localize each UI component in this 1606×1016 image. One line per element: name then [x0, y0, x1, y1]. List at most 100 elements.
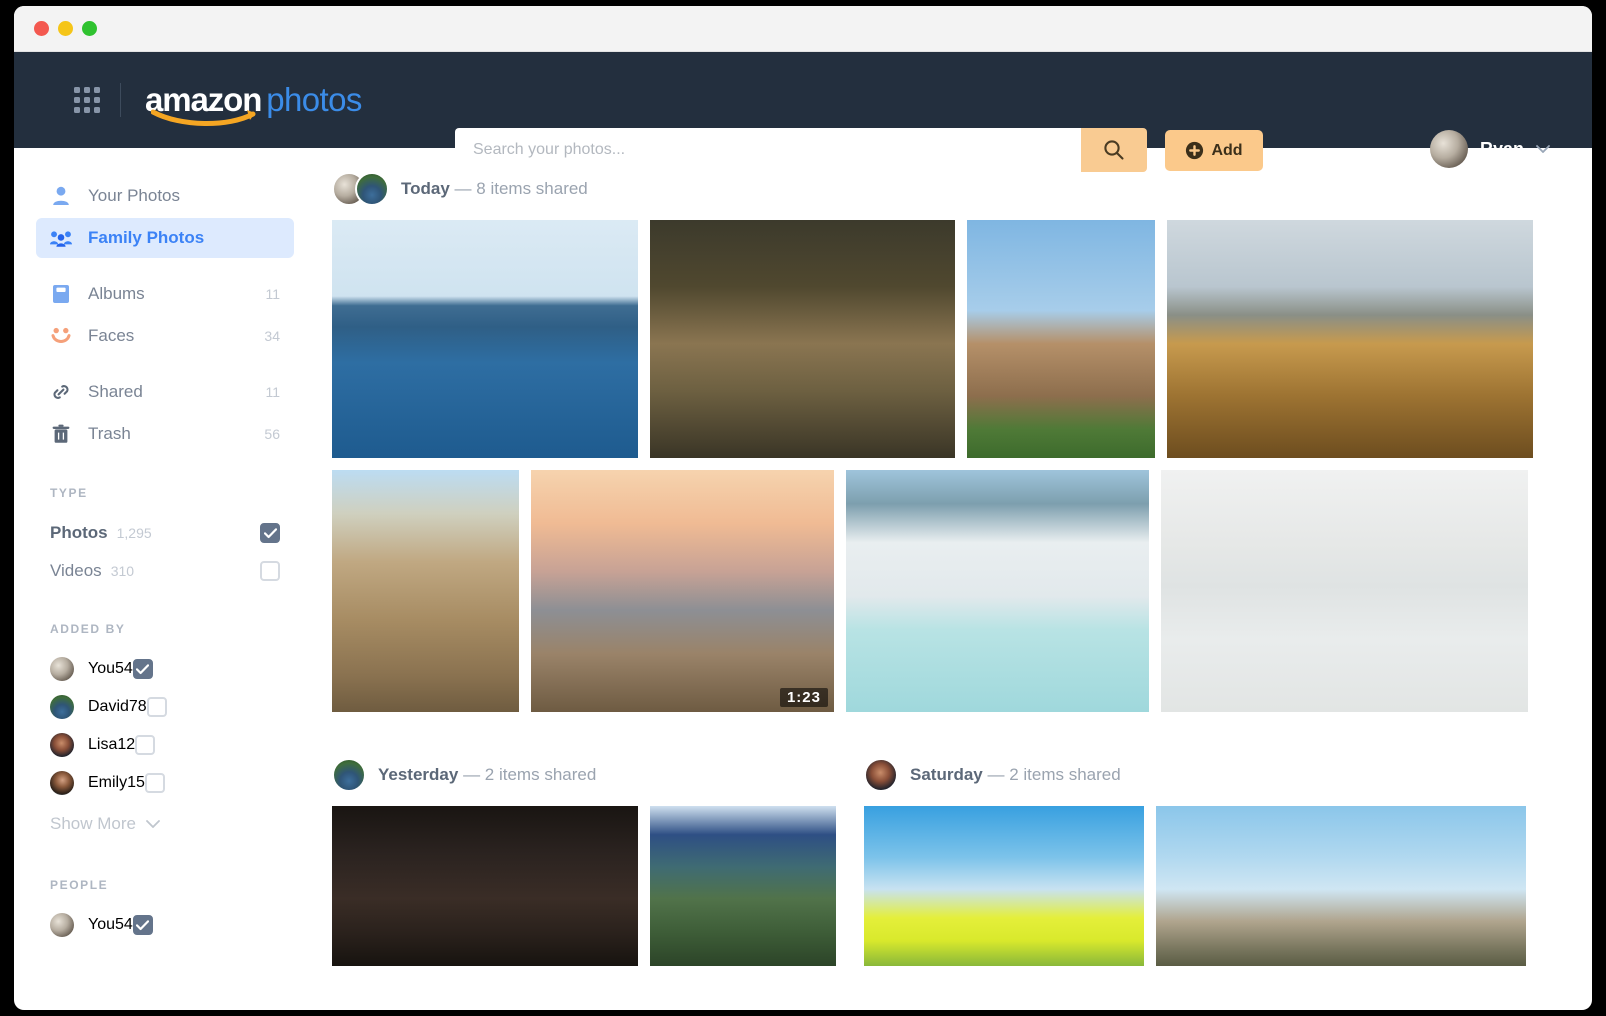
maximize-button[interactable] [82, 21, 97, 36]
people-section-title: PEOPLE [50, 878, 109, 892]
sidebar-item-faces[interactable]: Faces 34 [36, 316, 294, 356]
group-header-text: Yesterday — 2 items shared [378, 765, 596, 785]
sidebar-count: 34 [264, 328, 280, 344]
sidebar-item-shared[interactable]: Shared 11 [36, 372, 294, 412]
added-by-emily[interactable]: Emily 15 [36, 764, 294, 802]
amazon-smile-icon [151, 108, 281, 128]
search-button[interactable] [1081, 128, 1147, 172]
added-by-david[interactable]: David 78 [36, 688, 294, 726]
canola-field-photo[interactable] [864, 806, 1144, 966]
sidebar-label: Trash [88, 424, 131, 443]
added-by-count: 78 [128, 698, 147, 715]
type-section-title: TYPE [50, 486, 88, 500]
photo-row [332, 806, 836, 966]
avatar [50, 733, 74, 757]
avatar [864, 758, 898, 792]
added-by-checkbox[interactable] [146, 697, 167, 717]
white-terrace-photo[interactable] [1161, 470, 1528, 712]
added-by-checkbox[interactable] [135, 735, 156, 755]
avatar [355, 172, 389, 206]
avatar [50, 657, 74, 681]
group-saturday: Saturday — 2 items shared [864, 758, 1526, 978]
amazon-photos-logo[interactable]: amazon photos [145, 81, 362, 126]
close-button[interactable] [34, 21, 49, 36]
group-title: Yesterday [378, 765, 459, 784]
minimize-button[interactable] [58, 21, 73, 36]
group-header-yesterday: Yesterday — 2 items shared [332, 758, 836, 792]
type-filter-count: 310 [110, 563, 135, 579]
search-bar [455, 128, 1147, 172]
sidebar-item-your-photos[interactable]: Your Photos [36, 176, 294, 216]
chevron-down-icon [146, 820, 160, 828]
apps-grid-icon[interactable] [74, 87, 100, 113]
app-body: Your Photos Family Photos Albums 11 Face… [14, 148, 1592, 1010]
avatar [50, 771, 74, 795]
group-header-text: Saturday — 2 items shared [910, 765, 1121, 785]
add-button[interactable]: Add [1165, 130, 1263, 171]
type-filter-checkbox[interactable] [260, 523, 280, 543]
sand-dune-photo[interactable] [1167, 220, 1533, 458]
seascape-photo[interactable] [332, 220, 638, 458]
show-more-label: Show More [50, 814, 136, 833]
user-menu[interactable]: Ryan [1429, 130, 1550, 168]
type-filter-videos[interactable]: Videos 310 [36, 552, 294, 590]
added-by-lisa[interactable]: Lisa 12 [36, 726, 294, 764]
people-checkbox[interactable] [132, 915, 153, 935]
sidebar-label: Family Photos [88, 228, 205, 247]
sidebar-label: Faces [88, 326, 135, 345]
added-by-section-title: ADDED BY [50, 622, 126, 636]
group-header-saturday: Saturday — 2 items shared [864, 758, 1526, 792]
trash-icon [50, 423, 72, 445]
valley-sunset-video[interactable]: 1:23 [531, 470, 834, 712]
mountain-photo[interactable] [650, 806, 836, 966]
added-by-count: 15 [127, 774, 145, 791]
deer-photo[interactable] [650, 220, 955, 458]
added-by-you[interactable]: You 54 [36, 650, 294, 688]
photo-row: 1:23 [332, 470, 1528, 712]
people-label: You [88, 916, 115, 933]
avatar [332, 758, 366, 792]
sidebar-item-trash[interactable]: Trash 56 [36, 414, 294, 454]
type-filter-label: Videos [50, 561, 102, 580]
group-meta: — 2 items shared [463, 765, 597, 784]
group-header-text: Today — 8 items shared [401, 179, 588, 199]
added-by-label: You [88, 660, 115, 677]
sea-cliff-photo[interactable] [1156, 806, 1526, 966]
plus-circle-icon [1186, 141, 1204, 160]
sidebar-count: 56 [264, 426, 280, 442]
show-more-button[interactable]: Show More [36, 802, 294, 846]
album-icon [50, 283, 72, 305]
window-controls [34, 21, 97, 36]
type-filter-photos[interactable]: Photos 1,295 [36, 514, 294, 552]
sidebar-count: 11 [265, 286, 280, 302]
sidebar-item-albums[interactable]: Albums 11 [36, 274, 294, 314]
avatar-stack [332, 172, 389, 206]
group-yesterday: Yesterday — 2 items shared [332, 758, 836, 978]
app-window: amazon photos Search your photos... Add … [14, 6, 1592, 1010]
sidebar-item-family-photos[interactable]: Family Photos [36, 218, 294, 258]
people-you[interactable]: You 54 [36, 906, 294, 944]
check-icon [263, 527, 277, 538]
add-button-label: Add [1211, 141, 1243, 159]
photo-row [332, 220, 1533, 458]
search-input[interactable] [455, 128, 1081, 172]
people-icon [50, 227, 72, 249]
galaxy-photo[interactable] [332, 806, 638, 966]
smiley-icon [50, 325, 72, 347]
added-by-label: Lisa [88, 736, 118, 753]
avatar [50, 695, 74, 719]
type-filter-checkbox[interactable] [260, 561, 280, 581]
added-by-label: Emily [88, 774, 128, 791]
sidebar-label: Albums [88, 284, 145, 303]
group-title: Saturday [910, 765, 983, 784]
cave-town-photo[interactable] [332, 470, 519, 712]
sidebar: Your Photos Family Photos Albums 11 Face… [14, 148, 316, 1010]
group-title: Today [401, 179, 450, 198]
terrace-pool-photo[interactable] [846, 470, 1149, 712]
added-by-checkbox[interactable] [144, 773, 165, 793]
temple-photo[interactable] [967, 220, 1155, 458]
type-filter-label: Photos [50, 523, 108, 542]
added-by-count: 12 [117, 736, 136, 753]
added-by-checkbox[interactable] [132, 659, 153, 679]
